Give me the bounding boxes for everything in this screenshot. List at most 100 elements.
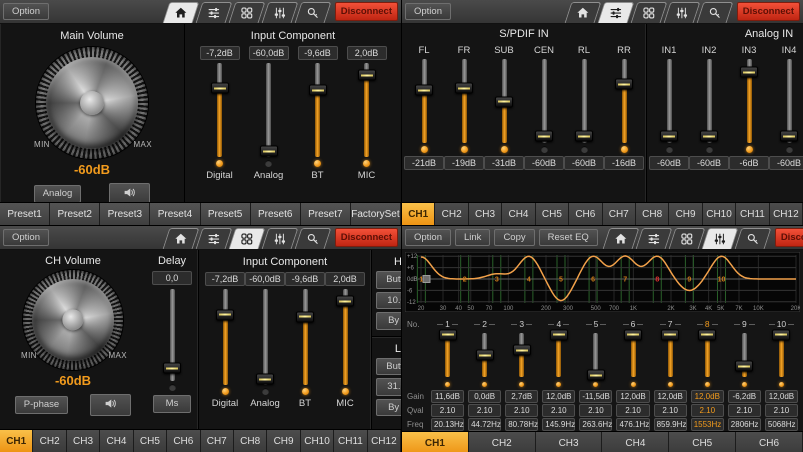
eq-band-number[interactable]: 7 xyxy=(652,319,689,329)
slider-value[interactable]: -60dB xyxy=(769,156,803,170)
slider-handle[interactable] xyxy=(772,329,790,340)
channel-tab-ch9[interactable]: CH9 xyxy=(669,203,702,225)
slider-track[interactable] xyxy=(482,333,487,377)
channel-tab-ch11[interactable]: CH11 xyxy=(736,203,769,225)
tab-mixer[interactable] xyxy=(195,2,232,23)
eq-band-number[interactable]: 6 xyxy=(614,319,651,329)
slider-handle[interactable] xyxy=(358,70,376,81)
eq-band-slider[interactable] xyxy=(689,330,726,380)
eq-band-freq[interactable]: 20.13Hz xyxy=(431,418,464,431)
channel-tab-ch1[interactable]: CH1 xyxy=(402,203,435,225)
eq-band-freq[interactable]: 2806Hz xyxy=(728,418,761,431)
disconnect-button[interactable]: Disconnect xyxy=(775,228,803,248)
slider-handle[interactable] xyxy=(163,363,181,374)
slider-track[interactable] xyxy=(315,63,320,157)
eq-band-number[interactable]: 1 xyxy=(429,319,466,329)
eq-band-qval[interactable]: 2.10 xyxy=(765,404,798,417)
eq-band-qval[interactable]: 2.10 xyxy=(616,404,649,417)
eq-band-qval[interactable]: 2.10 xyxy=(691,404,724,417)
delay-slider[interactable] xyxy=(169,289,176,391)
slider-handle[interactable] xyxy=(439,329,457,340)
option-button[interactable]: Option xyxy=(3,3,49,21)
reset-eq-button[interactable]: Reset EQ xyxy=(539,229,598,247)
channel-tab-ch6[interactable]: CH6 xyxy=(569,203,602,225)
slider-value[interactable]: 2,0dB xyxy=(325,272,365,286)
mute-button[interactable] xyxy=(90,394,131,416)
channel-tab-ch12[interactable]: CH12 xyxy=(770,203,803,225)
channel-tab-ch3[interactable]: CH3 xyxy=(536,432,603,452)
slider-handle[interactable] xyxy=(455,83,473,94)
analog-source-button[interactable]: Analog xyxy=(34,185,82,203)
slider-track[interactable] xyxy=(705,333,710,377)
eq-band-gain[interactable]: -11,5dB xyxy=(579,390,612,403)
slider-track[interactable] xyxy=(217,63,222,157)
slider-handle[interactable] xyxy=(587,370,605,381)
slider-handle[interactable] xyxy=(415,85,433,96)
preset-button-preset7[interactable]: Preset7 xyxy=(301,203,351,225)
slider-track[interactable] xyxy=(266,63,271,157)
channel-tab-ch7[interactable]: CH7 xyxy=(201,430,234,452)
channel-tab-ch10[interactable]: CH10 xyxy=(301,430,334,452)
slider-track[interactable] xyxy=(542,59,547,143)
eq-band-qval[interactable]: 2.10 xyxy=(542,404,575,417)
delay-value[interactable]: 0,0 xyxy=(152,271,192,285)
slider-handle[interactable] xyxy=(216,309,234,320)
slider-track[interactable] xyxy=(593,333,598,377)
slider-handle[interactable] xyxy=(735,361,753,372)
eq-band-gain[interactable]: 12,0dB xyxy=(691,390,724,403)
slider-handle[interactable] xyxy=(661,329,679,340)
hpf-type-button[interactable]: Butter-W xyxy=(376,271,401,289)
channel-tab-ch5[interactable]: CH5 xyxy=(536,203,569,225)
tab-home[interactable] xyxy=(564,2,601,23)
slider-value[interactable]: -60dB xyxy=(524,156,564,170)
slider-handle[interactable] xyxy=(624,329,642,340)
slider-handle[interactable] xyxy=(550,329,568,340)
eq-band-slider[interactable] xyxy=(652,330,689,380)
eq-band-slider[interactable] xyxy=(540,330,577,380)
slider-track[interactable] xyxy=(519,333,524,377)
ch-volume-knob[interactable]: MIN MAX xyxy=(15,270,131,370)
tab-grid[interactable] xyxy=(630,2,667,23)
tab-home[interactable] xyxy=(162,228,199,249)
channel-tab-ch4[interactable]: CH4 xyxy=(502,203,535,225)
slider-value[interactable]: -7,2dB xyxy=(205,272,245,286)
slider-handle[interactable] xyxy=(660,131,678,142)
preset-button-preset6[interactable]: Preset6 xyxy=(251,203,301,225)
channel-tab-ch11[interactable]: CH11 xyxy=(334,430,367,452)
tab-eq[interactable] xyxy=(663,2,700,23)
eq-band-freq[interactable]: 263.6Hz xyxy=(579,418,612,431)
eq-band-qval[interactable]: 2.10 xyxy=(579,404,612,417)
slider-value[interactable]: -60dB xyxy=(689,156,729,170)
eq-band-number[interactable]: 2 xyxy=(466,319,503,329)
channel-tab-ch2[interactable]: CH2 xyxy=(33,430,66,452)
slider-handle[interactable] xyxy=(513,345,531,356)
slider-track[interactable] xyxy=(742,333,747,377)
eq-band-number[interactable]: 3 xyxy=(503,319,540,329)
channel-tab-ch3[interactable]: CH3 xyxy=(67,430,100,452)
eq-band-number[interactable]: 9 xyxy=(726,319,763,329)
eq-band-freq[interactable]: 80.78Hz xyxy=(505,418,538,431)
eq-band-gain[interactable]: 12,0dB xyxy=(765,390,798,403)
channel-tab-ch4[interactable]: CH4 xyxy=(100,430,133,452)
slider-handle[interactable] xyxy=(256,374,274,385)
slider-value[interactable]: -31dB xyxy=(484,156,524,170)
tab-grid[interactable] xyxy=(228,228,265,249)
eq-band-gain[interactable]: 12,0dB xyxy=(616,390,649,403)
channel-tab-ch5[interactable]: CH5 xyxy=(669,432,736,452)
hpf-frequency-button[interactable]: 10.00Hz xyxy=(376,292,401,310)
channel-tab-ch2[interactable]: CH2 xyxy=(469,432,536,452)
slider-value[interactable]: -60,0dB xyxy=(249,46,289,60)
tab-key[interactable] xyxy=(294,2,331,23)
eq-band-qval[interactable]: 2.10 xyxy=(431,404,464,417)
lpf-frequency-button[interactable]: 31.99Hz xyxy=(376,378,401,396)
slider-value[interactable]: -60dB xyxy=(649,156,689,170)
eq-band-slider[interactable] xyxy=(614,330,651,380)
option-button[interactable]: Option xyxy=(405,229,451,247)
slider-track[interactable] xyxy=(779,333,784,377)
channel-tab-ch7[interactable]: CH7 xyxy=(603,203,636,225)
channel-tab-ch1[interactable]: CH1 xyxy=(0,430,33,452)
channel-tab-ch10[interactable]: CH10 xyxy=(703,203,736,225)
slider-track[interactable] xyxy=(787,59,792,143)
eq-band-slider[interactable] xyxy=(503,330,540,380)
eq-band-gain[interactable]: 0,0dB xyxy=(468,390,501,403)
